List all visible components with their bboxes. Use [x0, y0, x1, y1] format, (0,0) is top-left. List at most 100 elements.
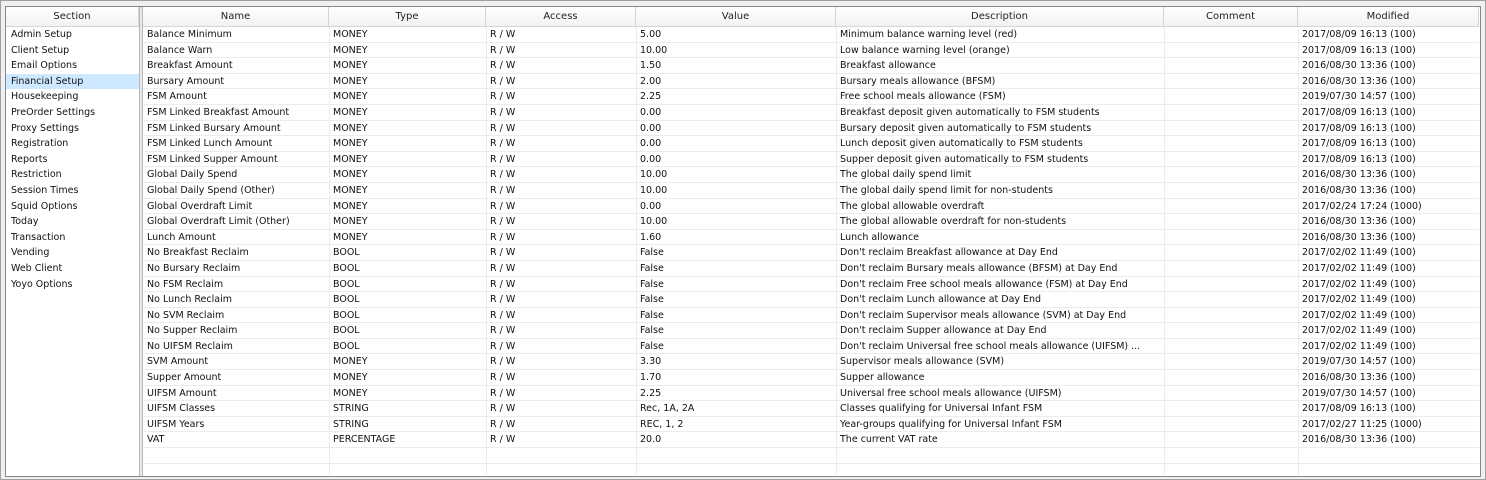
setting-description-cell[interactable]: Don't reclaim Supervisor meals allowance… [836, 308, 1164, 323]
section-item[interactable]: Email Options [6, 58, 139, 74]
setting-modified-cell[interactable]: 2016/08/30 13:36 (100) [1298, 230, 1479, 245]
table-row[interactable]: Balance Warn MONEY R / W 10.00 Low balance w… [143, 43, 1479, 59]
setting-value-cell[interactable]: 1.70 [636, 370, 836, 385]
setting-comment-cell[interactable] [1164, 183, 1298, 198]
setting-type-cell[interactable]: BOOL [329, 308, 486, 323]
setting-name-cell[interactable]: Global Overdraft Limit (Other) [143, 214, 329, 229]
setting-access-cell[interactable]: R / W [486, 214, 636, 229]
setting-modified-cell[interactable]: 2017/02/02 11:49 (100) [1298, 308, 1479, 323]
table-row[interactable]: Bursary Amount MONEY R / W 2.00 Bursary meal… [143, 74, 1479, 90]
table-row[interactable]: Breakfast Amount MONEY R / W 1.50 Breakfast … [143, 58, 1479, 74]
setting-access-cell[interactable]: R / W [486, 401, 636, 416]
setting-name-cell[interactable]: No Breakfast Reclaim [143, 245, 329, 260]
setting-value-cell[interactable]: False [636, 277, 836, 292]
modified-column-header[interactable]: Modified [1298, 7, 1479, 27]
setting-name-cell[interactable]: Supper Amount [143, 370, 329, 385]
setting-access-cell[interactable]: R / W [486, 89, 636, 104]
section-item[interactable]: Yoyo Options [6, 277, 139, 293]
table-row[interactable]: FSM Linked Supper Amount MONEY R / W 0.00 Su… [143, 152, 1479, 168]
setting-description-cell[interactable]: The global daily spend limit for non-stu… [836, 183, 1164, 198]
setting-type-cell[interactable]: MONEY [329, 386, 486, 401]
setting-type-cell[interactable]: STRING [329, 417, 486, 432]
setting-comment-cell[interactable] [1164, 74, 1298, 89]
setting-name-cell[interactable]: No Supper Reclaim [143, 323, 329, 338]
setting-access-cell[interactable]: R / W [486, 27, 636, 42]
setting-modified-cell[interactable]: 2016/08/30 13:36 (100) [1298, 432, 1479, 447]
setting-description-cell[interactable]: Low balance warning level (orange) [836, 43, 1164, 58]
setting-description-cell[interactable]: Don't reclaim Lunch allowance at Day End [836, 292, 1164, 307]
setting-modified-cell[interactable]: 2016/08/30 13:36 (100) [1298, 58, 1479, 73]
setting-comment-cell[interactable] [1164, 245, 1298, 260]
setting-value-cell[interactable]: False [636, 292, 836, 307]
section-item[interactable]: Housekeeping [6, 89, 139, 105]
setting-type-cell[interactable]: MONEY [329, 74, 486, 89]
setting-value-cell[interactable]: 0.00 [636, 105, 836, 120]
setting-type-cell[interactable]: MONEY [329, 214, 486, 229]
setting-value-cell[interactable]: False [636, 323, 836, 338]
table-row[interactable]: Global Overdraft Limit (Other) MONEY R / W… [143, 214, 1479, 230]
table-row[interactable]: No UIFSM Reclaim BOOL R / W False Don't recl… [143, 339, 1479, 355]
setting-comment-cell[interactable] [1164, 214, 1298, 229]
section-item[interactable]: Squid Options [6, 199, 139, 215]
setting-access-cell[interactable]: R / W [486, 43, 636, 58]
setting-name-cell[interactable]: FSM Linked Bursary Amount [143, 121, 329, 136]
setting-name-cell[interactable]: UIFSM Years [143, 417, 329, 432]
section-item[interactable]: PreOrder Settings [6, 105, 139, 121]
setting-type-cell[interactable]: BOOL [329, 339, 486, 354]
setting-type-cell[interactable]: BOOL [329, 261, 486, 276]
table-row[interactable]: UIFSM Amount MONEY R / W 2.25 Universal free… [143, 386, 1479, 402]
setting-description-cell[interactable]: Supper deposit given automatically to FS… [836, 152, 1164, 167]
setting-name-cell[interactable]: VAT [143, 432, 329, 447]
setting-description-cell[interactable]: Bursary deposit given automatically to F… [836, 121, 1164, 136]
table-row[interactable]: FSM Linked Bursary Amount MONEY R / W 0.00 B… [143, 121, 1479, 137]
setting-value-cell[interactable]: False [636, 308, 836, 323]
setting-value-cell[interactable]: 2.25 [636, 386, 836, 401]
setting-name-cell[interactable]: Bursary Amount [143, 74, 329, 89]
setting-description-cell[interactable]: The global allowable overdraft for non-s… [836, 214, 1164, 229]
setting-value-cell[interactable]: 10.00 [636, 43, 836, 58]
setting-type-cell[interactable]: MONEY [329, 230, 486, 245]
setting-description-cell[interactable]: Universal free school meals allowance (U… [836, 386, 1164, 401]
setting-value-cell[interactable]: 1.50 [636, 58, 836, 73]
setting-modified-cell[interactable]: 2017/02/02 11:49 (100) [1298, 323, 1479, 338]
table-row[interactable]: FSM Amount MONEY R / W 2.25 Free school meal… [143, 89, 1479, 105]
setting-comment-cell[interactable] [1164, 432, 1298, 447]
setting-comment-cell[interactable] [1164, 89, 1298, 104]
table-row[interactable]: No Breakfast Reclaim BOOL R / W False Don't … [143, 245, 1479, 261]
table-row[interactable]: Balance Minimum MONEY R / W 5.00 Minimum bal… [143, 27, 1479, 43]
table-row[interactable]: Global Daily Spend MONEY R / W 10.00 The glo… [143, 167, 1479, 183]
setting-comment-cell[interactable] [1164, 136, 1298, 151]
setting-access-cell[interactable]: R / W [486, 121, 636, 136]
setting-access-cell[interactable]: R / W [486, 230, 636, 245]
setting-description-cell[interactable]: Lunch allowance [836, 230, 1164, 245]
setting-value-cell[interactable]: 0.00 [636, 152, 836, 167]
setting-modified-cell[interactable]: 2017/08/09 16:13 (100) [1298, 43, 1479, 58]
setting-modified-cell[interactable]: 2016/08/30 13:36 (100) [1298, 370, 1479, 385]
setting-description-cell[interactable]: Don't reclaim Free school meals allowanc… [836, 277, 1164, 292]
setting-modified-cell[interactable]: 2017/08/09 16:13 (100) [1298, 27, 1479, 42]
setting-type-cell[interactable]: MONEY [329, 183, 486, 198]
setting-name-cell[interactable]: FSM Amount [143, 89, 329, 104]
setting-type-cell[interactable]: MONEY [329, 58, 486, 73]
setting-comment-cell[interactable] [1164, 58, 1298, 73]
setting-name-cell[interactable]: Balance Minimum [143, 27, 329, 42]
setting-type-cell[interactable]: MONEY [329, 167, 486, 182]
name-column-header[interactable]: Name [143, 7, 329, 27]
setting-comment-cell[interactable] [1164, 27, 1298, 42]
setting-comment-cell[interactable] [1164, 323, 1298, 338]
section-item[interactable]: Today [6, 214, 139, 230]
setting-access-cell[interactable]: R / W [486, 74, 636, 89]
setting-comment-cell[interactable] [1164, 386, 1298, 401]
setting-value-cell[interactable]: 2.00 [636, 74, 836, 89]
setting-description-cell[interactable]: Minimum balance warning level (red) [836, 27, 1164, 42]
setting-comment-cell[interactable] [1164, 43, 1298, 58]
setting-access-cell[interactable]: R / W [486, 432, 636, 447]
setting-description-cell[interactable]: The current VAT rate [836, 432, 1164, 447]
setting-value-cell[interactable]: 10.00 [636, 214, 836, 229]
setting-access-cell[interactable]: R / W [486, 277, 636, 292]
setting-value-cell[interactable]: 5.00 [636, 27, 836, 42]
section-item[interactable]: Financial Setup [6, 73, 139, 90]
section-item[interactable]: Proxy Settings [6, 121, 139, 137]
section-item[interactable]: Web Client [6, 261, 139, 277]
setting-access-cell[interactable]: R / W [486, 308, 636, 323]
